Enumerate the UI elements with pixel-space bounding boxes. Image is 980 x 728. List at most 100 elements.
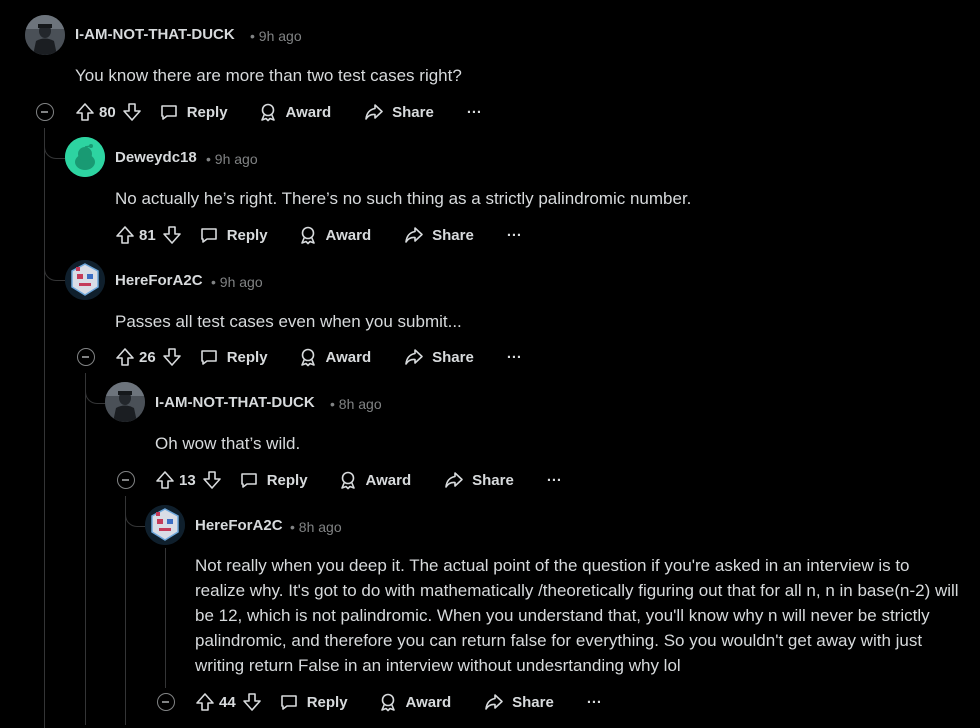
upvote-arrow-icon	[76, 103, 94, 121]
downvote-arrow-icon	[242, 693, 261, 711]
comment-body: No actually he’s right. There’s no such …	[115, 189, 692, 208]
award-button[interactable]: Award	[298, 347, 371, 367]
comment-bubble-icon	[160, 105, 177, 120]
more-options-button[interactable]: ···	[547, 472, 562, 489]
award-button[interactable]: Award	[338, 470, 411, 490]
downvote-button[interactable]	[162, 225, 182, 245]
comment-bubble-icon	[200, 350, 217, 365]
share-arrow-icon	[405, 349, 423, 365]
downvote-arrow-icon	[202, 471, 221, 489]
share-button[interactable]: Share	[364, 102, 434, 122]
more-options-button[interactable]: ···	[507, 349, 522, 366]
comment-bubble-icon	[200, 228, 217, 243]
comment-actions: 13 Reply Award Share ···	[155, 468, 562, 492]
downvote-button[interactable]	[162, 347, 182, 367]
upvote-button[interactable]	[115, 347, 135, 367]
share-button[interactable]: Share	[404, 347, 474, 367]
avatar[interactable]	[65, 260, 105, 300]
timestamp[interactable]: • 8h ago	[330, 396, 382, 412]
more-options-button[interactable]: ···	[587, 694, 602, 711]
reddit-snoo-icon	[65, 137, 105, 177]
upvote-arrow-icon	[116, 348, 134, 366]
collapse-button[interactable]	[36, 103, 54, 121]
avatar[interactable]	[25, 15, 65, 55]
share-arrow-icon	[445, 472, 463, 488]
collapse-button[interactable]	[77, 348, 95, 366]
reply-button[interactable]: Reply	[199, 225, 268, 245]
thread-line[interactable]	[125, 496, 126, 725]
comment-body: Not really when you deep it. The actual …	[195, 556, 959, 675]
vote-count: 44	[219, 693, 236, 711]
comment-actions: 80 Reply Award Share ···	[75, 100, 482, 124]
downvote-arrow-icon	[162, 348, 181, 366]
thread-line[interactable]	[165, 548, 166, 688]
thread-connector	[44, 138, 65, 159]
pixel-avatar-icon	[145, 505, 185, 545]
comment-body: You know there are more than two test ca…	[75, 66, 462, 85]
upvote-button[interactable]	[115, 225, 135, 245]
share-arrow-icon	[405, 227, 423, 243]
award-icon	[380, 693, 395, 712]
downvote-button[interactable]	[122, 102, 142, 122]
upvote-button[interactable]	[155, 470, 175, 490]
reply-button[interactable]: Reply	[239, 470, 308, 490]
comment-body: Oh wow that’s wild.	[155, 434, 301, 453]
username[interactable]: I-AM-NOT-THAT-DUCK	[75, 26, 235, 43]
more-options-button[interactable]: ···	[507, 227, 522, 244]
timestamp[interactable]: • 9h ago	[211, 274, 263, 290]
downvote-arrow-icon	[162, 226, 181, 244]
reply-button[interactable]: Reply	[199, 347, 268, 367]
reply-button[interactable]: Reply	[159, 102, 228, 122]
reply-button[interactable]: Reply	[279, 692, 348, 712]
comment-actions: 26 Reply Award Share ···	[115, 345, 522, 369]
award-icon	[300, 348, 315, 367]
downvote-button[interactable]	[202, 470, 222, 490]
award-icon	[300, 226, 315, 245]
thread-connector	[85, 383, 106, 404]
username[interactable]: HereForA2C	[115, 272, 203, 289]
comment-actions: 44 Reply Award Share ···	[195, 690, 602, 714]
username[interactable]: Deweydc18	[115, 149, 197, 166]
share-button[interactable]: Share	[484, 692, 554, 712]
award-icon	[260, 103, 275, 122]
share-button[interactable]: Share	[444, 470, 514, 490]
username[interactable]: HereForA2C	[195, 517, 283, 534]
vote-count: 26	[139, 348, 156, 366]
user-photo-icon	[105, 382, 145, 422]
comment-bubble-icon	[280, 695, 297, 710]
timestamp[interactable]: • 8h ago	[290, 519, 342, 535]
thread-line[interactable]	[85, 373, 86, 725]
award-button[interactable]: Award	[258, 102, 331, 122]
thread-connector	[125, 506, 146, 527]
upvote-arrow-icon	[116, 226, 134, 244]
share-arrow-icon	[365, 104, 383, 120]
avatar[interactable]	[145, 505, 185, 545]
collapse-button[interactable]	[117, 471, 135, 489]
comment-bubble-icon	[240, 473, 257, 488]
share-button[interactable]: Share	[404, 225, 474, 245]
upvote-button[interactable]	[75, 102, 95, 122]
thread-connector	[44, 260, 65, 281]
comment-body: Passes all test cases even when you subm…	[115, 312, 462, 331]
collapse-button[interactable]	[157, 693, 175, 711]
vote-count: 81	[139, 226, 156, 244]
upvote-button[interactable]	[195, 692, 215, 712]
avatar[interactable]	[65, 137, 105, 177]
downvote-button[interactable]	[242, 692, 262, 712]
thread-line[interactable]	[44, 128, 45, 728]
more-options-button[interactable]: ···	[467, 104, 482, 121]
user-photo-icon	[25, 15, 65, 55]
timestamp[interactable]: • 9h ago	[206, 151, 258, 167]
comment-actions: 81 Reply Award Share ···	[115, 223, 522, 247]
vote-count: 13	[179, 471, 196, 489]
award-button[interactable]: Award	[378, 692, 451, 712]
award-icon	[340, 471, 355, 490]
share-arrow-icon	[485, 694, 503, 710]
vote-count: 80	[99, 103, 116, 121]
award-button[interactable]: Award	[298, 225, 371, 245]
avatar[interactable]	[105, 382, 145, 422]
timestamp[interactable]: • 9h ago	[250, 28, 302, 44]
username[interactable]: I-AM-NOT-THAT-DUCK	[155, 394, 315, 411]
downvote-arrow-icon	[122, 103, 141, 121]
pixel-avatar-icon	[65, 260, 105, 300]
